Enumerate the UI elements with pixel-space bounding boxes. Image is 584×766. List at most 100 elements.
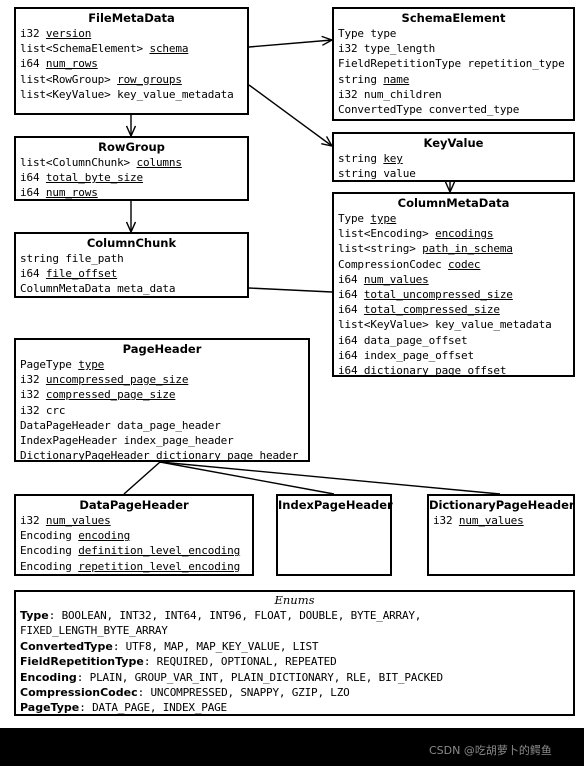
field-row: string key xyxy=(338,151,573,166)
class-box-schema-element: SchemaElement Type type i32 type_length Fie… xyxy=(332,7,575,121)
field-name: index_page_offset xyxy=(363,348,474,362)
class-name-column-chunk: ColumnChunk xyxy=(86,236,177,250)
field-name: repetition_type xyxy=(467,57,565,71)
field-type: list<string> xyxy=(338,242,416,256)
field-row: i32 num_values xyxy=(433,513,573,528)
field-name: row_groups xyxy=(117,72,182,86)
field-row: i64 total_uncompressed_size xyxy=(338,287,573,302)
field-name: num_values xyxy=(45,514,111,527)
field-type: Encoding xyxy=(20,559,72,573)
class-name-row-group: RowGroup xyxy=(98,140,165,154)
uml-class-diagram: FileMetaData i32 version list<SchemaElemen… xyxy=(0,0,584,766)
field-row: ConvertedType converted_type xyxy=(338,102,573,117)
field-name: data_page_offset xyxy=(363,333,468,347)
enum-name: PageType xyxy=(20,701,80,715)
field-row: i32 num_values xyxy=(20,513,252,528)
field-row: list<RowGroup> row_groups xyxy=(20,72,247,87)
field-name: data_page_header xyxy=(117,418,221,432)
field-name: repetition_level_encoding xyxy=(78,559,241,573)
field-name: definition_level_encoding xyxy=(78,544,241,558)
enum-name: Type xyxy=(20,609,49,622)
field-row: i32 compressed_page_size xyxy=(20,387,308,402)
field-row: list<string> path_in_schema xyxy=(338,241,573,256)
field-type: string xyxy=(338,152,377,165)
field-row: i32 type_length xyxy=(338,41,573,56)
field-name: num_values xyxy=(458,514,524,527)
field-type: IndexPageHeader xyxy=(20,434,118,448)
field-list-row-group: list<ColumnChunk> columns i64 total_byte_… xyxy=(16,155,247,201)
field-row: list<Encoding> encodings xyxy=(338,226,573,241)
enums-panel: Enums Type: BOOLEAN, INT32, INT64, INT96… xyxy=(14,590,575,716)
connector-filemetadata-to-keyvalue xyxy=(248,84,333,147)
field-type: i32 xyxy=(20,388,40,402)
field-name: type_length xyxy=(363,42,436,56)
field-name: key_value_metadata xyxy=(117,87,234,101)
arrowhead-filemetadata-to-rowgroup xyxy=(125,125,137,138)
field-list-key-value: string key string value xyxy=(334,151,573,181)
field-row: i64 num_rows xyxy=(20,56,247,71)
field-name: meta_data xyxy=(117,282,176,296)
field-type: i32 xyxy=(20,27,40,40)
class-name-schema-element: SchemaElement xyxy=(401,11,506,25)
class-box-file-meta-data: FileMetaData i32 version list<SchemaElemen… xyxy=(14,7,249,115)
enum-row: Type: BOOLEAN, INT32, INT64, INT96, FLOA… xyxy=(20,609,422,622)
field-row: i32 num_children xyxy=(338,87,573,102)
field-type: Type xyxy=(338,27,364,40)
field-name: num_rows xyxy=(45,186,98,200)
field-type: string xyxy=(338,167,377,181)
enum-row: FIXED_LENGTH_BYTE_ARRAY xyxy=(20,623,573,638)
field-type: i64 xyxy=(20,267,40,281)
field-row: i64 index_page_offset xyxy=(338,348,573,363)
field-name: type xyxy=(78,358,105,371)
field-type: i32 xyxy=(433,514,453,527)
field-row: list<SchemaElement> schema xyxy=(20,41,247,56)
field-row: i64 file_offset xyxy=(20,266,247,281)
field-row: string value xyxy=(338,166,573,181)
field-type: Encoding xyxy=(20,529,72,543)
field-type: string xyxy=(338,72,377,86)
field-row: DataPageHeader data_page_header xyxy=(20,418,308,433)
field-row: Type type xyxy=(338,211,573,226)
field-name: dictionary_page_header xyxy=(155,449,299,463)
field-name: encodings xyxy=(435,227,494,241)
enum-row: ConvertedType: UTF8, MAP, MAP_KEY_VALUE,… xyxy=(20,639,319,653)
field-type: i64 xyxy=(338,348,358,362)
field-row: list<KeyValue> key_value_metadata xyxy=(338,317,573,332)
field-name: total_byte_size xyxy=(45,171,143,185)
field-type: i32 xyxy=(20,373,40,387)
class-box-page-header: PageHeader PageType type i32 uncompressed_… xyxy=(14,338,310,462)
field-type: Type xyxy=(338,212,364,225)
field-row: string name xyxy=(338,72,573,87)
field-row: PageType type xyxy=(20,357,308,372)
enum-row: Encoding: PLAIN, GROUP_VAR_INT, PLAIN_DI… xyxy=(20,670,443,684)
class-box-dictionary-page-header: DictionaryPageHeader i32 num_values xyxy=(427,494,575,576)
field-type: PageType xyxy=(20,358,72,371)
field-name: key xyxy=(383,152,403,165)
field-row: IndexPageHeader index_page_header xyxy=(20,433,308,448)
enum-values: UNCOMPRESSED, SNAPPY, GZIP, LZO xyxy=(150,686,350,700)
field-type: i32 xyxy=(338,42,358,56)
field-row: Encoding encoding xyxy=(20,528,252,543)
connector-columnchunk-to-columnmetadata xyxy=(248,287,333,293)
field-type: list<SchemaElement> xyxy=(20,42,143,56)
class-name-key-value: KeyValue xyxy=(423,136,484,150)
field-row: Type type xyxy=(338,26,573,41)
class-box-data-page-header: DataPageHeader i32 num_values Encoding enc… xyxy=(14,494,254,576)
field-row: i64 total_compressed_size xyxy=(338,302,573,317)
field-name: file_path xyxy=(65,252,124,265)
field-name: total_compressed_size xyxy=(363,303,500,317)
field-name: uncompressed_page_size xyxy=(45,373,189,387)
field-name: columns xyxy=(136,156,182,169)
field-row: Encoding definition_level_encoding xyxy=(20,543,252,558)
field-row: ColumnMetaData meta_data xyxy=(20,281,247,296)
class-box-index-page-header: IndexPageHeader xyxy=(276,494,393,576)
connector-pageheader-to-dictionarypageheader xyxy=(159,461,501,495)
class-box-column-meta-data: ColumnMetaData Type type list<Encoding> en… xyxy=(332,192,575,377)
field-name: value xyxy=(383,167,416,181)
field-name: path_in_schema xyxy=(422,242,513,256)
field-row: i64 dictionary_page_offset xyxy=(338,363,573,378)
class-name-dictionary-page-header: DictionaryPageHeader xyxy=(429,498,575,512)
arrowhead-keyvalue-to-columnmetadata xyxy=(444,181,456,194)
field-type: i64 xyxy=(338,333,358,347)
enum-values: BOOLEAN, INT32, INT64, INT96, FLOAT, DOU… xyxy=(61,609,422,622)
